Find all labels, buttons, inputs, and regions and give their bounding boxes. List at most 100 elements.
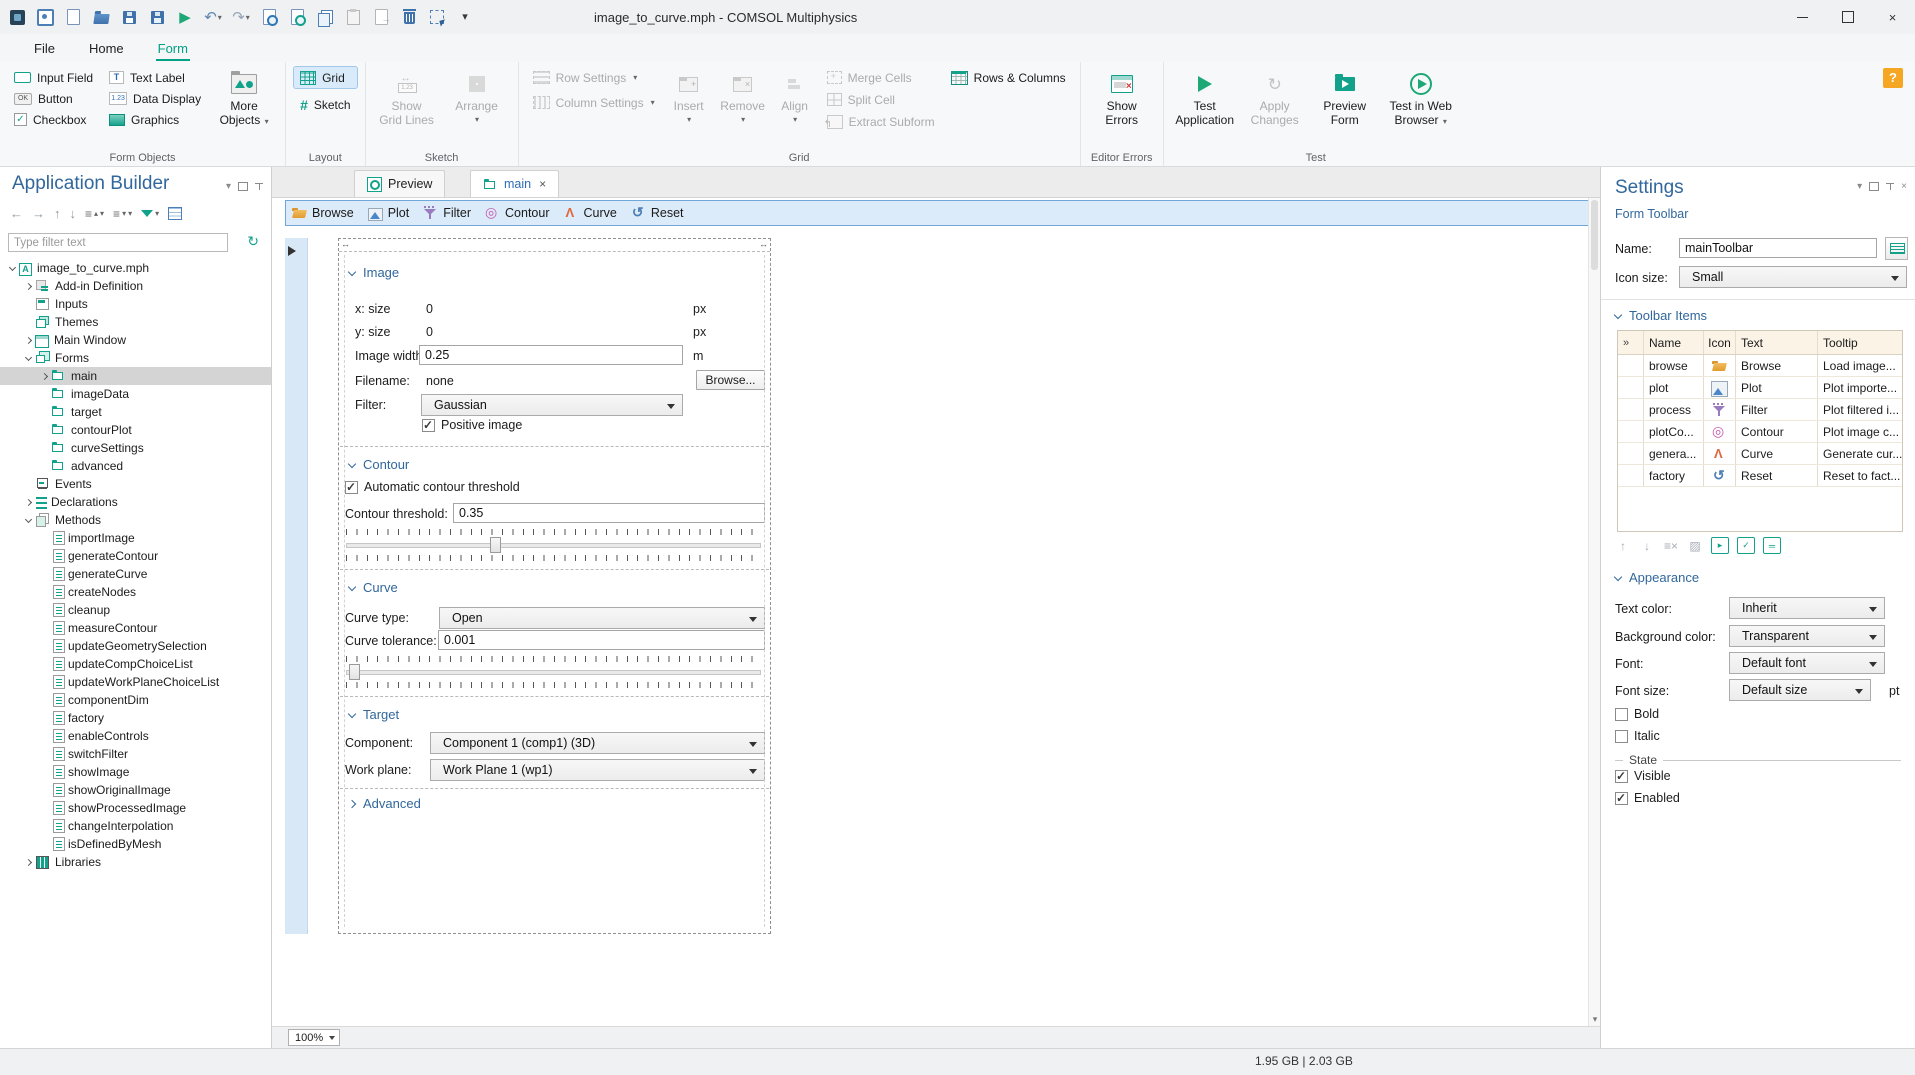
tree-item[interactable]: factory bbox=[0, 709, 271, 727]
visible-checkbox[interactable]: Visible bbox=[1615, 769, 1671, 783]
contour-threshold-slider[interactable] bbox=[346, 537, 761, 553]
expand-chevron-icon[interactable] bbox=[22, 338, 35, 343]
background-color-select[interactable]: Transparent bbox=[1729, 625, 1885, 647]
toolbar-item-row[interactable]: genera... Curve Generate cur... bbox=[1618, 443, 1902, 465]
model-tree-toggle-icon[interactable] bbox=[168, 207, 183, 220]
item-icon-cell[interactable] bbox=[1704, 377, 1736, 398]
move-up-icon[interactable]: ↑ bbox=[54, 206, 61, 221]
expand-chevron-icon[interactable] bbox=[38, 770, 51, 775]
expand-chevron-icon[interactable] bbox=[6, 267, 19, 270]
delete-icon[interactable]: ≡× bbox=[1663, 538, 1679, 553]
expand-chevron-icon[interactable] bbox=[38, 608, 51, 613]
row-handle[interactable] bbox=[1618, 465, 1644, 486]
preview-report-icon[interactable] bbox=[260, 8, 278, 26]
toolbar-items-section[interactable]: Toolbar Items bbox=[1615, 308, 1707, 323]
item-name-cell[interactable]: plot bbox=[1644, 377, 1704, 398]
zoom-control[interactable]: 100% bbox=[288, 1029, 340, 1046]
form-toolbar-button[interactable]: Filter bbox=[423, 206, 471, 220]
refresh-filter-icon[interactable]: ↻ bbox=[247, 233, 259, 250]
tree-item[interactable]: enableControls bbox=[0, 727, 271, 745]
component-select[interactable]: Component 1 (comp1) (3D) bbox=[430, 732, 765, 754]
tree-item[interactable]: updateWorkPlaneChoiceList bbox=[0, 673, 271, 691]
slider-thumb[interactable] bbox=[349, 664, 361, 680]
tree-item[interactable]: Inputs bbox=[0, 295, 271, 313]
toolbar-item-row[interactable]: plot Plot Plot importe... bbox=[1618, 377, 1902, 399]
apply-changes-button[interactable]: ↻ Apply Changes bbox=[1242, 67, 1308, 128]
expand-chevron-icon[interactable] bbox=[38, 644, 51, 649]
tree-item[interactable]: Libraries bbox=[0, 853, 271, 871]
collapse-all-icon[interactable]: ≡ ▾ ▾ bbox=[113, 207, 132, 221]
add-item-icon[interactable]: ▸ bbox=[1711, 537, 1729, 554]
tree-item[interactable]: showProcessedImage bbox=[0, 799, 271, 817]
tree-item[interactable]: cleanup bbox=[0, 601, 271, 619]
item-name-cell[interactable]: plotCo... bbox=[1644, 421, 1704, 442]
item-text-cell[interactable]: Filter bbox=[1736, 399, 1818, 420]
section-contour[interactable]: Contour bbox=[349, 457, 409, 472]
font-size-select[interactable]: Default size bbox=[1729, 679, 1871, 701]
scroll-down-icon[interactable]: ▾ bbox=[1589, 1012, 1600, 1026]
toolbar-item-row[interactable]: plotCo... Contour Plot image c... bbox=[1618, 421, 1902, 443]
duplicate-icon[interactable]: → bbox=[372, 8, 391, 26]
expand-chevron-icon[interactable] bbox=[22, 500, 35, 505]
move-down-icon[interactable]: ↓ bbox=[1639, 538, 1655, 553]
toolbar-item-row[interactable]: process Filter Plot filtered i... bbox=[1618, 399, 1902, 421]
column-header-tooltip[interactable]: Tooltip bbox=[1818, 331, 1902, 354]
tree-item[interactable]: target bbox=[0, 403, 271, 421]
minimize-button[interactable] bbox=[1780, 0, 1825, 34]
reorder-column-header[interactable] bbox=[1618, 331, 1644, 354]
tree-item[interactable]: Themes bbox=[0, 313, 271, 331]
contour-threshold-input[interactable] bbox=[453, 503, 765, 523]
show-errors-button[interactable]: ShowErrors bbox=[1089, 67, 1155, 127]
input-field-button[interactable]: Input Field bbox=[8, 67, 99, 88]
graphics-button[interactable]: Graphics bbox=[103, 109, 207, 130]
panel-menu-icon[interactable]: ▾ bbox=[1857, 181, 1862, 192]
expand-chevron-icon[interactable] bbox=[38, 824, 51, 829]
filter-select[interactable]: Gaussian bbox=[421, 394, 683, 416]
item-name-cell[interactable]: process bbox=[1644, 399, 1704, 420]
tree-item[interactable]: updateGeometrySelection bbox=[0, 637, 271, 655]
tab-main[interactable]: main × bbox=[470, 170, 560, 197]
open-file-icon[interactable] bbox=[92, 8, 110, 26]
column-header-icon[interactable]: Icon bbox=[1704, 331, 1736, 354]
row-settings-button[interactable]: Row Settings ▾ bbox=[527, 67, 661, 88]
curve-tolerance-input[interactable] bbox=[438, 630, 765, 650]
icon-size-select[interactable]: Small bbox=[1679, 266, 1907, 288]
more-objects-button[interactable]: More Objects ▾ bbox=[211, 67, 277, 129]
tree-item[interactable]: Main Window bbox=[0, 331, 271, 349]
go-to-node-button[interactable] bbox=[1885, 237, 1908, 260]
expand-chevron-icon[interactable] bbox=[22, 284, 35, 289]
expand-chevron-icon[interactable] bbox=[22, 302, 35, 307]
positive-image-checkbox[interactable]: Positive image bbox=[422, 418, 522, 432]
text-label-button[interactable]: T Text Label bbox=[103, 67, 207, 88]
form-toolbar-button[interactable]: Browse bbox=[292, 206, 354, 220]
column-header-name[interactable]: Name bbox=[1644, 331, 1704, 354]
item-tooltip-cell[interactable]: Plot filtered i... bbox=[1818, 399, 1902, 420]
expand-chevron-icon[interactable] bbox=[38, 536, 51, 541]
section-image[interactable]: Image bbox=[349, 265, 399, 280]
app-menu-icon[interactable] bbox=[8, 8, 26, 26]
expand-chevron-icon[interactable] bbox=[38, 806, 51, 811]
slider-thumb[interactable] bbox=[490, 537, 502, 553]
help-icon[interactable]: ? bbox=[1883, 68, 1903, 88]
sketch-mode-button[interactable]: # Sketch bbox=[294, 94, 356, 115]
insert-button[interactable]: Insert▾ bbox=[665, 67, 713, 127]
resize-handle-icon[interactable]: ↔ bbox=[341, 239, 350, 249]
row-handle[interactable] bbox=[1618, 443, 1644, 464]
expand-chevron-icon[interactable] bbox=[38, 662, 51, 667]
item-text-cell[interactable]: Plot bbox=[1736, 377, 1818, 398]
tree-item[interactable]: componentDim bbox=[0, 691, 271, 709]
add-toggle-icon[interactable]: ✓ bbox=[1737, 537, 1755, 554]
test-web-browser-button[interactable]: Test in Web Browser ▾ bbox=[1382, 67, 1460, 129]
item-text-cell[interactable]: Browse bbox=[1736, 355, 1818, 376]
expand-chevron-icon[interactable] bbox=[38, 680, 51, 685]
expand-chevron-icon[interactable] bbox=[38, 716, 51, 721]
preview-snapshot-icon[interactable] bbox=[288, 8, 306, 26]
panel-pin-icon[interactable] bbox=[1886, 182, 1895, 191]
expand-chevron-icon[interactable] bbox=[38, 698, 51, 703]
expand-chevron-icon[interactable] bbox=[22, 482, 35, 487]
panel-pin-icon[interactable] bbox=[255, 182, 263, 191]
expand-chevron-icon[interactable] bbox=[38, 464, 51, 469]
item-tooltip-cell[interactable]: Reset to fact... bbox=[1818, 465, 1902, 486]
enabled-checkbox[interactable]: Enabled bbox=[1615, 791, 1680, 805]
expand-chevron-icon[interactable] bbox=[38, 590, 51, 595]
